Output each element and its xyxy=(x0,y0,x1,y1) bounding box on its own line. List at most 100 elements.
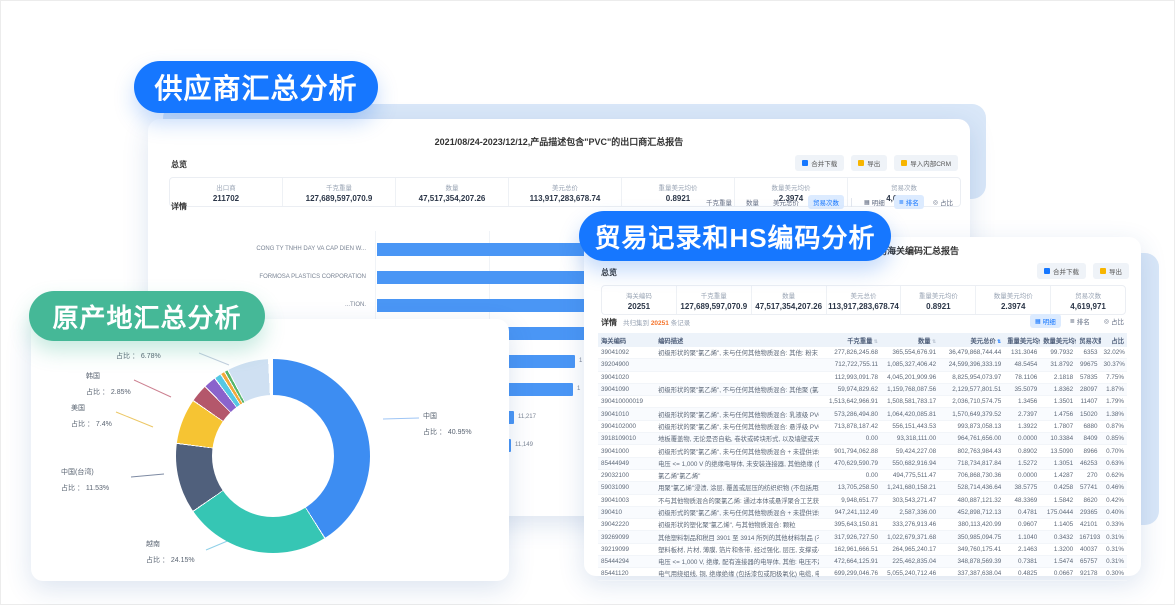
stat-value: 127,689,597,070.9 xyxy=(677,302,751,311)
table-row[interactable]: 3918109010地板覆盖物, 无论是否自粘, 卷状或砖块形式, 以及墙壁或天… xyxy=(598,433,1127,445)
button-label: 合并下载 xyxy=(1053,266,1079,276)
summary-section-label: 总览 xyxy=(601,267,617,278)
table-row[interactable]: 3904100000191,513,642,966.911,508,581,78… xyxy=(598,396,1127,408)
value-cell: 2,129,577,801.51 xyxy=(939,383,1004,395)
stat-value: 4,619,971 xyxy=(1051,302,1125,311)
table-row[interactable]: 390410初级形式的聚"氯乙烯", 未与任何其他物质混合 + 未提供详细标准 … xyxy=(598,506,1127,518)
table-row[interactable]: 39041010初级形状的聚"氯乙烯", 未与任何其他物质混合: 乳液级 PVC… xyxy=(598,408,1127,420)
table-row[interactable]: 39042220初级形状的塑化聚"氯乙烯", 与其他物质混合: 颗粒395,64… xyxy=(598,519,1127,531)
column-header-数量[interactable]: 数量 ⇅ xyxy=(881,333,939,347)
export-button[interactable]: 导出 xyxy=(1093,263,1129,279)
tab-千克重量[interactable]: 千克重量 xyxy=(701,195,737,209)
supplier-toolbar: 合并下载导出导入内部CRM xyxy=(788,155,958,171)
table-row[interactable]: 3904102000初级形状的聚"氯乙烯", 未与任何其他物质混合: 悬浮级 P… xyxy=(598,420,1127,432)
column-header-贸易次数[interactable]: 贸易次数 ⇅ xyxy=(1076,333,1100,347)
ranking-view-icon: ≣ xyxy=(899,199,904,206)
table-row[interactable]: 39041003不与其他物质混合的聚氯乙烯: 通过本体或悬浮聚合工艺获得的聚氯乙… xyxy=(598,494,1127,506)
table-row[interactable]: 39204900712,722,755.111,085,327,406.4224… xyxy=(598,359,1127,371)
table-row[interactable]: 85444949电压 <= 1,000 V 的绝缘电导体, 未安装连接器, 其他… xyxy=(598,457,1127,469)
tab-占比[interactable]: ◎占比 xyxy=(1099,314,1129,328)
value-cell: 350,985,094.75 xyxy=(939,531,1004,543)
table-row[interactable]: 39269099其他塑料制品和税目 3901 至 3914 所列的其他材料制品 … xyxy=(598,531,1127,543)
merge-download-icon xyxy=(1044,268,1050,274)
value-cell: 167193 xyxy=(1076,531,1100,543)
trade-hs-report-card: 的海关编码汇总报告 总览 合并下载导出 海关编码20251千克重量127,689… xyxy=(584,237,1141,576)
view-tabs: ▦明细 ≣排名 ◎占比 xyxy=(855,195,958,209)
table-row[interactable]: 39041090初级形状的聚"氯乙烯", 不与任何其他物质混合: 其他聚 (氯乙… xyxy=(598,383,1127,395)
tab-明细[interactable]: ▦明细 xyxy=(1030,314,1061,328)
tab-贸易次数[interactable]: 贸易次数 xyxy=(808,195,844,209)
sort-icon: ⇅ xyxy=(872,339,878,345)
tab-数量[interactable]: 数量 xyxy=(741,195,764,209)
column-header-千克重量[interactable]: 千克重量 ⇅ xyxy=(819,333,881,347)
trade-hs-analysis-badge: 贸易记录和HS编码分析 xyxy=(579,211,891,261)
detail-view-icon: ▦ xyxy=(864,199,870,206)
value-cell: 1,022,679,371.68 xyxy=(881,531,939,543)
slice-name-label: 中国(台湾) xyxy=(61,467,94,477)
value-cell: 1,570,649,379.52 xyxy=(939,408,1004,420)
table-row[interactable]: 39041000初级形式的聚"氯乙烯", 未与任何其他物质混合 + 未提供详细标… xyxy=(598,445,1127,457)
value-cell: 6353 xyxy=(1076,347,1100,359)
merge-download-icon xyxy=(802,160,808,166)
description-cell: 用聚"氯乙烯"浸渍, 涂层, 覆盖或层压的纺织织物 (不包括用聚"氯乙... xyxy=(655,482,819,494)
stat-value: 47,517,354,207.26 xyxy=(396,194,508,203)
tab-排名[interactable]: ≣排名 xyxy=(1065,314,1095,328)
tab-排名[interactable]: ≣排名 xyxy=(894,195,924,209)
value-cell: 0.46% xyxy=(1101,482,1127,494)
value-cell: 573,286,494.80 xyxy=(819,408,881,420)
value-cell: 0.62% xyxy=(1101,469,1127,481)
table-row[interactable]: 59031090用聚"氯乙烯"浸渍, 涂层, 覆盖或层压的纺织织物 (不包括用聚… xyxy=(598,482,1127,494)
table-row[interactable]: 39041092初级形状的聚"氯乙烯", 未与任何其他物质混合: 其他: 粉末2… xyxy=(598,347,1127,359)
table-row[interactable]: 39219099塑料板材, 片材, 薄膜, 箔片和条带, 经过强化, 层压, 支… xyxy=(598,543,1127,555)
stat-千克重量: 千克重量127,689,597,070.9 xyxy=(676,286,751,314)
value-cell: 1,085,327,406.42 xyxy=(881,359,939,371)
description-cell: 初级形式的聚"氯乙烯", 未与任何其他物质混合 + 未提供详细标准 + xyxy=(655,445,819,457)
value-cell: 0.30% xyxy=(1101,568,1127,580)
value-cell: 99.7932 xyxy=(1040,347,1076,359)
sort-icon: ⇅ xyxy=(931,339,937,345)
value-cell: 1,508,581,783.17 xyxy=(881,396,939,408)
slice-name-label: 越南 xyxy=(146,539,160,549)
value-cell: 1.5474 xyxy=(1040,556,1076,568)
value-cell: 7.75% xyxy=(1101,371,1127,383)
stat-数量: 数量47,517,354,207.26 xyxy=(751,286,826,314)
column-header-美元总价[interactable]: 美元总价 ⇅ xyxy=(939,333,1004,347)
proportion-view-icon: ◎ xyxy=(933,199,938,206)
merge-download-button[interactable]: 合并下载 xyxy=(795,155,844,171)
value-cell: 59,424,227.08 xyxy=(881,445,939,457)
value-cell: 277,826,245.68 xyxy=(819,347,881,359)
stat-label: 重量美元均价 xyxy=(622,182,734,192)
merge-download-button[interactable]: 合并下载 xyxy=(1037,263,1086,279)
ranking-view-icon: ≣ xyxy=(1070,318,1075,325)
value-cell: 802,763,984.43 xyxy=(939,445,1004,457)
value-cell: 333,276,913.46 xyxy=(881,519,939,531)
tab-明细[interactable]: ▦明细 xyxy=(859,195,890,209)
tab-占比[interactable]: ◎占比 xyxy=(928,195,958,209)
tab-美元总价[interactable]: 美元总价 xyxy=(768,195,804,209)
bar-value-label: 11,149 xyxy=(515,439,533,452)
table-row[interactable]: 29032100氯乙烯"氯乙烯"0.00494,775,511.47706,86… xyxy=(598,469,1127,481)
table-row[interactable]: 39041020112,993,091.784,045,201,909.968,… xyxy=(598,371,1127,383)
value-cell: 1.79% xyxy=(1101,396,1127,408)
slice-name-label: 韩国 xyxy=(86,371,100,381)
table-row[interactable]: 85441120电气用绕组线, 铜, 绝缘绝缘 (包括漆包或阳极氧化) 电缆, … xyxy=(598,568,1127,580)
value-cell: 718,734,817.84 xyxy=(939,457,1004,469)
value-cell: 1.7807 xyxy=(1040,420,1076,432)
export-button[interactable]: 导出 xyxy=(851,155,887,171)
export-icon xyxy=(858,160,864,166)
value-cell: 11407 xyxy=(1076,396,1100,408)
table-row[interactable]: 85444294电压 <= 1,000 V, 绝缘, 配有连接器的电导体, 其他… xyxy=(598,556,1127,568)
stat-美元总价: 美元总价113,917,283,678.74 xyxy=(826,286,901,314)
value-cell: 0.8902 xyxy=(1004,445,1040,457)
stat-label: 数量美元均价 xyxy=(976,290,1050,300)
supplier-analysis-badge: 供应商汇总分析 xyxy=(134,61,378,113)
hs-code-cell: 59031090 xyxy=(598,482,655,494)
stat-数量: 数量47,517,354,207.26 xyxy=(395,178,508,206)
hs-code-cell: 39041003 xyxy=(598,494,655,506)
value-cell: 32.02% xyxy=(1101,347,1127,359)
export-icon xyxy=(1100,268,1106,274)
value-cell: 13.5090 xyxy=(1040,445,1076,457)
import-crm-button[interactable]: 导入内部CRM xyxy=(894,155,958,171)
value-cell: 24,599,396,333.19 xyxy=(939,359,1004,371)
origin-donut-chart[interactable] xyxy=(176,359,370,553)
